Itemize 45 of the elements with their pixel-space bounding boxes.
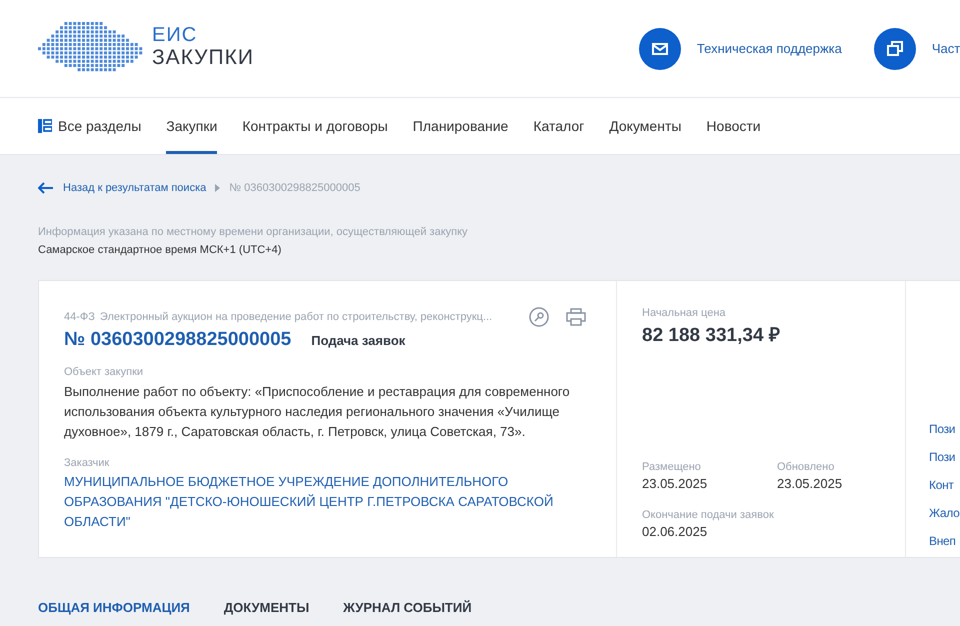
date-label: Размещено bbox=[642, 461, 702, 473]
section-tab[interactable]: ДОКУМЕНТЫ bbox=[224, 600, 310, 615]
print-icon[interactable] bbox=[566, 308, 586, 326]
timezone-note: Информация указана по местному времени организации, осуществляющей закупку bbox=[38, 226, 469, 238]
object-description: Выполнение работ по объекту: «Приспособление и реставрация для современного использования объекта культурного наследия регионального значения «Училище духовное», 1879 г., Саратовская область, г. Петровск, улица Советская, 73». bbox=[64, 383, 571, 441]
header-link[interactable]: Част bbox=[932, 41, 960, 56]
nav-tab[interactable]: Закупки bbox=[166, 98, 218, 154]
mail-icon[interactable] bbox=[638, 28, 681, 70]
side-link[interactable]: Конт bbox=[929, 477, 960, 493]
date-label: Обновлено bbox=[777, 461, 836, 473]
header-link[interactable]: Техническая поддержка bbox=[696, 41, 842, 56]
customer-link[interactable]: МУНИЦИПАЛЬНОЕ БЮДЖЕТНОЕ УЧРЕЖДЕНИЕ ДОПОЛНИТЕЛЬНОГО ОБРАЗОВАНИЯ "ДЕТСКО-ЮНОШЕСКИЙ ЦЕНТР Г.ПЕТРОВСКА САРАТОВСКОЙ ОБЛАСТИ" bbox=[64, 472, 591, 532]
side-link[interactable]: Жало bbox=[929, 505, 960, 521]
nav-tab[interactable]: Документы bbox=[609, 98, 682, 154]
section-tab[interactable]: ОБЩАЯ ИНФОРМАЦИЯ bbox=[38, 600, 190, 615]
nav-tab[interactable]: Планирование bbox=[412, 98, 508, 154]
law-label: 44-ФЗ bbox=[64, 311, 95, 323]
field-label: Объект закупки bbox=[64, 366, 144, 378]
side-link[interactable]: Внеп bbox=[929, 533, 960, 549]
logo-title: ЕИС bbox=[152, 24, 198, 46]
procedure-type: Электронный аукцион на проведение работ по строительству, реконструкц... bbox=[100, 311, 494, 323]
side-link[interactable]: Пози bbox=[929, 421, 960, 437]
sections-icon bbox=[38, 119, 52, 133]
timezone-value: Самарское стандартное время МСК+1 (UTC+4) bbox=[38, 244, 282, 256]
nav-tab[interactable]: Контракты и договоры bbox=[242, 98, 388, 154]
caret-icon bbox=[215, 184, 220, 192]
nav-tab[interactable]: Новости bbox=[706, 98, 761, 154]
side-link[interactable]: Пози bbox=[929, 449, 960, 465]
back-link[interactable]: Назад к результатам поиска bbox=[63, 182, 206, 194]
breadcrumb-current: № 0360300298825000005 bbox=[229, 182, 360, 194]
nav-tab[interactable]: Каталог bbox=[533, 98, 584, 154]
field-label: Заказчик bbox=[64, 457, 110, 469]
chat-icon[interactable] bbox=[874, 28, 916, 70]
back-arrow-icon[interactable] bbox=[38, 182, 54, 194]
date-label: Окончание подачи заявок bbox=[642, 509, 775, 521]
date-value: 23.05.2025 bbox=[777, 476, 844, 491]
date-value: 23.05.2025 bbox=[642, 476, 708, 491]
price-value: 82 188 331,34 ₽ bbox=[642, 324, 781, 347]
logo-subtitle: ЗАКУПКИ bbox=[152, 46, 254, 70]
status-text: Подача заявок bbox=[311, 333, 406, 348]
purchase-number[interactable]: № 0360300298825000005 bbox=[64, 329, 292, 351]
section-tab[interactable]: ЖУРНАЛ СОБЫТИЙ bbox=[343, 600, 472, 615]
field-label: Начальная цена bbox=[642, 307, 727, 319]
date-value: 02.06.2025 bbox=[642, 524, 708, 539]
nav-tab[interactable]: Все разделы bbox=[38, 98, 142, 154]
